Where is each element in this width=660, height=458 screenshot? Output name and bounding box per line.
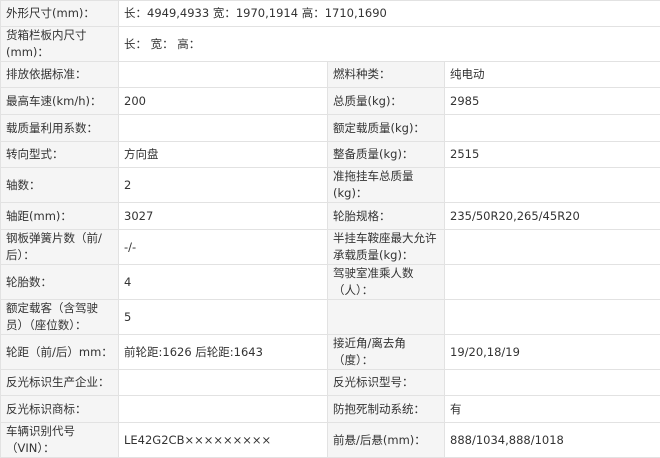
spec-label: 额定载客（含驾驶员）（座位数）：	[1, 300, 119, 335]
spec-value: 235/50R20,265/45R20	[445, 203, 660, 230]
spec-row: 载质量利用系数： 额定载质量(kg)：	[1, 115, 660, 142]
spec-row: 反光标识生产企业： 反光标识型号：	[1, 370, 660, 396]
spec-value: 2515	[445, 142, 660, 168]
spec-label: 反光标识生产企业：	[1, 370, 119, 396]
spec-label: 前悬/后悬(mm)：	[328, 423, 445, 458]
spec-label: 轴距(mm)：	[1, 203, 119, 230]
spec-label: 轮胎规格：	[328, 203, 445, 230]
spec-label: 总质量(kg)：	[328, 88, 445, 115]
spec-value	[445, 300, 660, 335]
spec-value: 2985	[445, 88, 660, 115]
spec-value	[119, 396, 328, 423]
spec-value: 200	[119, 88, 328, 115]
spec-table-body: 外形尺寸(mm)：长：4949,4933 宽：1970,1914 高：1710,…	[1, 1, 660, 458]
spec-row: 货箱栏板内尺寸(mm)：长： 宽： 高：	[1, 27, 660, 62]
spec-value	[119, 370, 328, 396]
spec-label: 准拖挂车总质量(kg)：	[328, 168, 445, 203]
spec-label: 载质量利用系数：	[1, 115, 119, 142]
spec-label: 接近角/离去角（度）：	[328, 335, 445, 370]
spec-label: 转向型式：	[1, 142, 119, 168]
spec-value: 4	[119, 265, 328, 300]
spec-label: 排放依据标准：	[1, 62, 119, 88]
spec-value: 方向盘	[119, 142, 328, 168]
spec-label: 最高车速(km/h)：	[1, 88, 119, 115]
spec-label: 反光标识型号：	[328, 370, 445, 396]
spec-value	[445, 265, 660, 300]
spec-label: 驾驶室准乘人数（人）：	[328, 265, 445, 300]
spec-row: 轴距(mm)：3027轮胎规格：235/50R20,265/45R20	[1, 203, 660, 230]
vehicle-spec-table: 外形尺寸(mm)：长：4949,4933 宽：1970,1914 高：1710,…	[0, 0, 660, 458]
spec-value: 19/20,18/19	[445, 335, 660, 370]
spec-row: 排放依据标准： 燃料种类：纯电动	[1, 62, 660, 88]
spec-value	[119, 115, 328, 142]
spec-value	[119, 62, 328, 88]
spec-value: 纯电动	[445, 62, 660, 88]
spec-label: 半挂车鞍座最大允许承载质量(kg)：	[328, 230, 445, 265]
spec-row: 钢板弹簧片数（前/后）：-/-半挂车鞍座最大允许承载质量(kg)：	[1, 230, 660, 265]
spec-value	[445, 115, 660, 142]
spec-label: 轮胎数：	[1, 265, 119, 300]
spec-value: 3027	[119, 203, 328, 230]
spec-row: 转向型式：方向盘整备质量(kg)：2515	[1, 142, 660, 168]
spec-value: 888/1034,888/1018	[445, 423, 660, 458]
spec-label: 反光标识商标：	[1, 396, 119, 423]
spec-row: 外形尺寸(mm)：长：4949,4933 宽：1970,1914 高：1710,…	[1, 1, 660, 27]
spec-value: 有	[445, 396, 660, 423]
spec-value: 长：4949,4933 宽：1970,1914 高：1710,1690	[119, 1, 660, 27]
spec-label: 外形尺寸(mm)：	[1, 1, 119, 27]
spec-label: 额定载质量(kg)：	[328, 115, 445, 142]
spec-label: 货箱栏板内尺寸(mm)：	[1, 27, 119, 62]
spec-value: 长： 宽： 高：	[119, 27, 660, 62]
spec-row: 车辆识别代号（VIN）：LE42G2CB×××××××××前悬/后悬(mm)：8…	[1, 423, 660, 458]
spec-row: 轮距（前/后）mm：前轮距:1626 后轮距:1643接近角/离去角（度）：19…	[1, 335, 660, 370]
spec-label: 钢板弹簧片数（前/后）：	[1, 230, 119, 265]
spec-label: 轮距（前/后）mm：	[1, 335, 119, 370]
spec-value: 5	[119, 300, 328, 335]
spec-label	[328, 300, 445, 335]
spec-value: 2	[119, 168, 328, 203]
spec-label: 车辆识别代号（VIN）：	[1, 423, 119, 458]
spec-value: 前轮距:1626 后轮距:1643	[119, 335, 328, 370]
spec-value	[445, 168, 660, 203]
spec-value: LE42G2CB×××××××××	[119, 423, 328, 458]
spec-row: 反光标识商标： 防抱死制动系统：有	[1, 396, 660, 423]
spec-label: 燃料种类：	[328, 62, 445, 88]
spec-row: 最高车速(km/h)：200总质量(kg)：2985	[1, 88, 660, 115]
spec-row: 额定载客（含驾驶员）（座位数）：5	[1, 300, 660, 335]
spec-row: 轮胎数：4驾驶室准乘人数（人）：	[1, 265, 660, 300]
spec-label: 轴数：	[1, 168, 119, 203]
spec-value: -/-	[119, 230, 328, 265]
spec-label: 防抱死制动系统：	[328, 396, 445, 423]
spec-value	[445, 370, 660, 396]
spec-row: 轴数：2准拖挂车总质量(kg)：	[1, 168, 660, 203]
spec-label: 整备质量(kg)：	[328, 142, 445, 168]
spec-value	[445, 230, 660, 265]
